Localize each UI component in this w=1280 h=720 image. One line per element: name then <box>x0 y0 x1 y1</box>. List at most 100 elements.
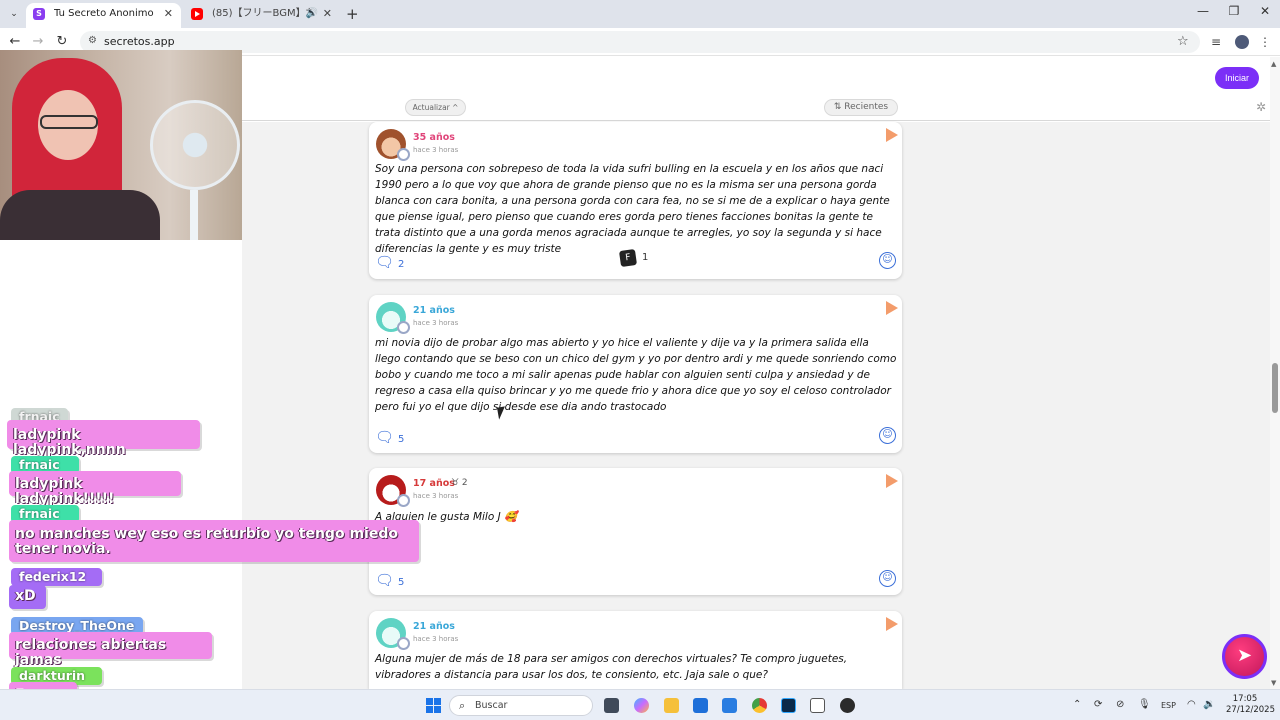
avatar[interactable] <box>376 475 410 507</box>
chat-message: xD <box>9 585 46 609</box>
chat-message: no manches wey eso es returbio yo tengo … <box>9 520 419 562</box>
scroll-up-icon[interactable]: ▲ <box>1271 60 1276 68</box>
post-text: mi novia dijo de probar algo mas abierto… <box>375 337 897 413</box>
clock-time: 17:05 <box>1232 694 1258 704</box>
comments-button[interactable]: 🗨 5 <box>375 571 404 589</box>
tab-secretos[interactable]: S Tu Secreto Anonimo | Secretos ✕ <box>26 3 181 28</box>
sync-icon[interactable]: ⟳ <box>1094 699 1102 710</box>
notepad-icon[interactable] <box>810 698 825 713</box>
microphone-icon[interactable]: 🎙 <box>1138 699 1151 710</box>
avatar[interactable] <box>376 129 410 161</box>
task-view-icon[interactable] <box>604 698 619 713</box>
tab-title: Tu Secreto Anonimo | Secretos <box>54 8 154 19</box>
profile-avatar[interactable] <box>1235 35 1249 49</box>
post-card[interactable]: 35 años hace 3 horas Soy una persona con… <box>369 122 902 279</box>
store-icon[interactable] <box>693 698 708 713</box>
post-card[interactable]: 17 años ♉ 2 hace 3 horas A alguien le gu… <box>369 468 902 595</box>
comments-button[interactable]: 🗨 2 <box>375 253 404 271</box>
close-tab-icon[interactable]: ✕ <box>323 3 332 25</box>
close-window-icon[interactable]: ✕ <box>1255 4 1275 18</box>
chat-message: relaciones abiertas jamas <box>9 632 212 668</box>
report-flag-icon[interactable] <box>886 128 898 142</box>
network-off-icon[interactable]: ⊘ <box>1116 699 1124 710</box>
settings-gear-icon[interactable]: ✲ <box>1256 100 1266 114</box>
reaction-badge[interactable]: F1 <box>618 248 649 268</box>
fan-stand-shape <box>190 190 198 240</box>
close-tab-icon[interactable]: ✕ <box>164 3 173 25</box>
obs-icon[interactable] <box>840 698 855 713</box>
chrome-icon[interactable] <box>752 698 767 713</box>
taskbar-search[interactable]: ⌕ Buscar <box>449 695 593 716</box>
post-card[interactable]: 21 años hace 3 horas Alguna mujer de más… <box>369 611 902 689</box>
post-time: hace 3 horas <box>413 635 459 643</box>
copilot-icon[interactable] <box>634 698 649 713</box>
comment-count: 5 <box>398 577 405 588</box>
photoshop-icon[interactable] <box>781 698 796 713</box>
post-time: hace 3 horas <box>413 319 459 327</box>
reload-icon[interactable]: ↻ <box>54 34 70 49</box>
comment-count: 5 <box>398 434 405 445</box>
media-control-icon[interactable]: ≡ <box>1211 35 1221 49</box>
scroll-down-icon[interactable]: ▼ <box>1271 679 1276 687</box>
back-arrow-icon[interactable]: ← <box>7 34 23 49</box>
refresh-button[interactable]: Actualizar ^ <box>405 99 466 116</box>
clock-date: 27/12/2025 <box>1226 705 1275 715</box>
windows-taskbar: ⌕ Buscar ⌃ ⟳ ⊘ 🎙 ESP ◠ 🔉 17:05 27/12/202… <box>0 689 1280 720</box>
chat-username: federix12 <box>11 568 102 586</box>
search-icon: ⌕ <box>459 699 466 712</box>
windows-start-icon[interactable] <box>426 698 441 713</box>
comment-bubble-icon: 🗨 <box>375 253 395 271</box>
url-field[interactable]: ⚙ secretos.app ☆ <box>80 31 1200 53</box>
avatar[interactable] <box>376 302 410 334</box>
minimize-icon[interactable]: — <box>1193 4 1213 18</box>
recent-filter-button[interactable]: ⇅ Recientes <box>824 99 898 116</box>
tray-chevron-icon[interactable]: ⌃ <box>1073 699 1081 710</box>
smiley-react-icon[interactable]: ☺ <box>879 427 896 444</box>
comments-button[interactable]: 🗨 5 <box>375 428 404 446</box>
report-flag-icon[interactable] <box>886 301 898 315</box>
tab-title: (85)【フリーBGM】だらけモード <box>212 8 312 19</box>
restore-icon[interactable]: ❐ <box>1224 4 1244 18</box>
sort-icon: ⇅ <box>833 102 845 112</box>
language-indicator[interactable]: ESP <box>1161 701 1176 710</box>
system-clock[interactable]: 17:05 27/12/2025 <box>1226 694 1275 716</box>
glasses-shape <box>40 115 98 129</box>
avatar[interactable] <box>376 618 410 650</box>
comment-bubble-icon: 🗨 <box>375 428 395 446</box>
report-flag-icon[interactable] <box>886 617 898 631</box>
scroll-thumb[interactable] <box>1272 363 1278 413</box>
new-tab-button[interactable]: + <box>346 5 359 23</box>
post-age: 17 años <box>413 478 455 489</box>
comment-count: 2 <box>398 259 405 270</box>
bookmark-star-icon[interactable]: ☆ <box>1177 34 1189 49</box>
comment-bubble-icon: 🗨 <box>375 571 395 589</box>
post-time: hace 3 horas <box>413 492 459 500</box>
reaction-count: 1 <box>642 252 649 263</box>
outlook-icon[interactable] <box>722 698 737 713</box>
new-secret-send-button[interactable]: ➤ <box>1222 634 1267 679</box>
post-time: hace 3 horas <box>413 146 459 154</box>
post-text: Alguna mujer de más de 18 para ser amigo… <box>375 653 848 681</box>
site-info-icon[interactable]: ⚙ <box>88 35 97 46</box>
post-age: 35 años <box>413 132 455 143</box>
speaker-icon[interactable]: 🔊 <box>306 3 318 25</box>
post-text: Soy una persona con sobrepeso de toda la… <box>375 163 890 255</box>
tab-youtube[interactable]: (85)【フリーBGM】だらけモード 🔊 ✕ <box>184 3 340 28</box>
chat-message: ladypink ladypink,nnnn <box>7 420 200 458</box>
report-flag-icon[interactable] <box>886 474 898 488</box>
smiley-react-icon[interactable]: ☺ <box>879 570 896 587</box>
paper-plane-icon: ➤ <box>1236 645 1253 666</box>
wifi-icon[interactable]: ◠ <box>1187 699 1196 710</box>
post-card[interactable]: 21 años hace 3 horas mi novia dijo de pr… <box>369 295 902 453</box>
recent-filter-label: Recientes <box>844 102 889 112</box>
post-age: 21 años <box>413 305 455 316</box>
smiley-react-icon[interactable]: ☺ <box>879 252 896 269</box>
forward-arrow-icon[interactable]: → <box>30 34 46 49</box>
file-explorer-icon[interactable] <box>664 698 679 713</box>
tab-search-icon[interactable]: ⌄ <box>6 6 22 22</box>
youtube-favicon-icon <box>191 8 203 20</box>
volume-icon[interactable]: 🔉 <box>1203 699 1215 710</box>
secretos-favicon-icon: S <box>33 8 45 20</box>
menu-dots-icon[interactable]: ⋮ <box>1259 35 1271 49</box>
login-button[interactable]: Iniciar <box>1215 67 1259 89</box>
